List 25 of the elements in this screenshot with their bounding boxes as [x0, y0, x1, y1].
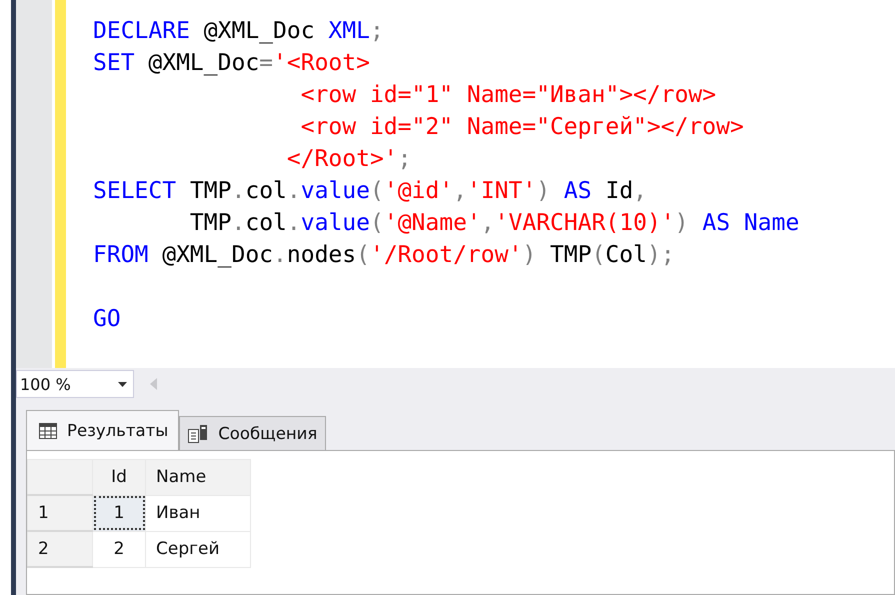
grid-icon [39, 422, 57, 438]
table-cell[interactable]: Сергей [146, 531, 250, 567]
corner-cell [28, 460, 92, 495]
code-line: FROM @XML_Doc.nodes('/Root/row') TMP(Col); [93, 241, 676, 270]
table-cell[interactable]: 1 [92, 495, 146, 531]
code-line: DECLARE @XML_Doc XML; [93, 17, 385, 46]
code-line: TMP.col.value('@Name','VARCHAR(10)') AS Name [188, 209, 800, 238]
document-icon [188, 424, 208, 442]
column-header[interactable]: Id [92, 460, 146, 495]
code-line: <row id="1" Name="Иван"></row> [300, 81, 718, 110]
table-cell[interactable]: Иван [146, 495, 250, 531]
code-line: <row id="2" Name="Сергей"></row> [300, 113, 745, 142]
row-header[interactable]: 2 [28, 531, 92, 567]
caret-icon [118, 382, 127, 386]
zoom-dropdown[interactable]: 100 % [16, 370, 134, 398]
code-line: SET @XML_Doc='<Root> [93, 49, 371, 78]
code-line: SELECT TMP.col.value('@id','INT') AS Id, [93, 177, 648, 206]
results-tab[interactable]: Сообщения [179, 416, 326, 450]
code-line: </Root>'; [286, 145, 412, 174]
table-cell[interactable]: 2 [92, 531, 146, 567]
row-header[interactable]: 1 [28, 495, 92, 531]
code-line: GO [93, 305, 122, 334]
results-tab[interactable]: Результаты [26, 410, 180, 450]
column-header[interactable]: Name [146, 460, 250, 495]
code-editor[interactable] [16, 0, 895, 368]
